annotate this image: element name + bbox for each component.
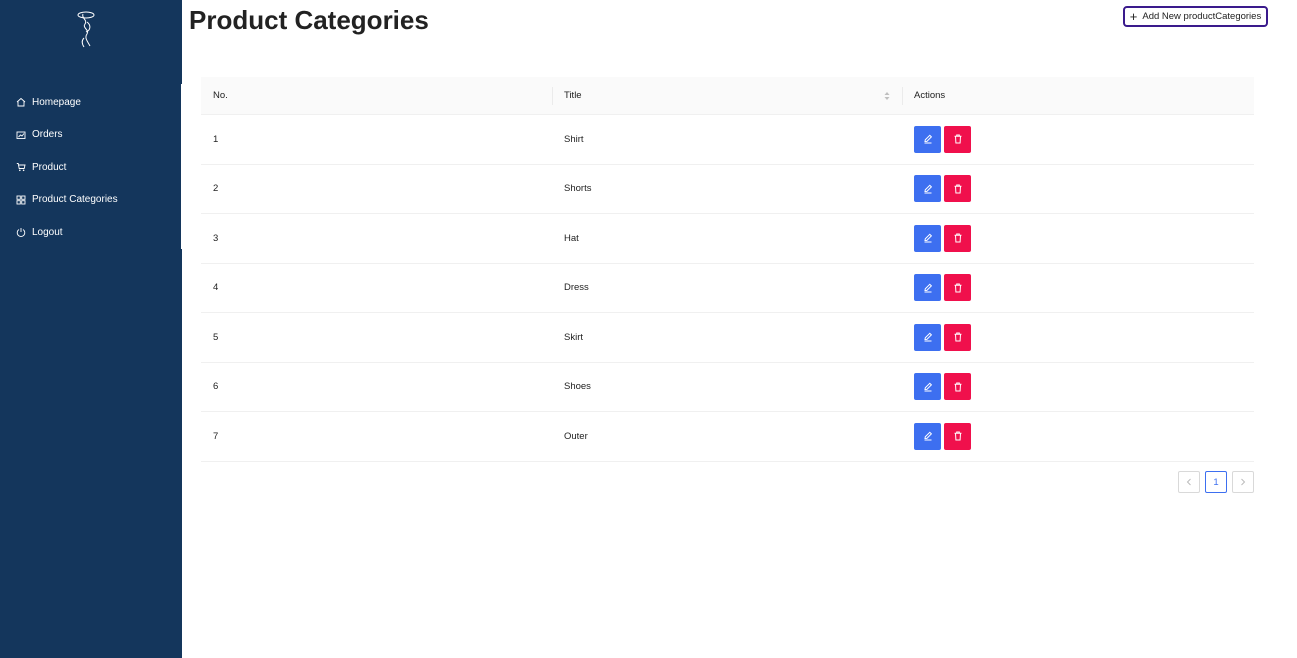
sidebar: Homepage Orders Product Product Categori… (0, 0, 182, 658)
table-row: 6 Shoes (201, 363, 1254, 412)
sidebar-item-product-categories[interactable]: Product Categories (0, 184, 182, 217)
trash-icon (954, 134, 961, 144)
delete-button[interactable] (944, 422, 971, 450)
trash-icon (954, 283, 961, 293)
table-row: 7 Outer (201, 412, 1254, 462)
table-body: 1 Shirt 2 Shorts 3 Hat 4 Dress 5 Skirt 6 Shoes 7 Oute… (201, 115, 1254, 462)
sidebar-item-label: Product (32, 161, 67, 173)
power-icon (16, 227, 26, 238)
delete-button[interactable] (944, 175, 971, 203)
delete-button[interactable] (944, 125, 971, 153)
sidebar-active-marker (181, 84, 183, 249)
table-row: 1 Shirt (201, 115, 1254, 165)
sidebar-item-label: Product Categories (32, 194, 118, 206)
cell-no: 7 (213, 430, 219, 442)
sidebar-item-homepage[interactable]: Homepage (0, 86, 182, 119)
sidebar-item-logout[interactable]: Logout (0, 216, 182, 249)
sidebar-item-product[interactable]: Product (0, 151, 182, 184)
cell-title: Skirt (564, 331, 583, 343)
edit-icon (923, 332, 932, 342)
cell-no: 2 (213, 183, 219, 195)
cell-actions (902, 224, 1254, 252)
add-category-button-label: Add New productCategories (1142, 11, 1262, 22)
pagination: 1 (1178, 471, 1259, 493)
column-header-actions: Actions (902, 77, 1254, 114)
table-row: 2 Shorts (201, 165, 1254, 214)
sort-icon[interactable] (884, 90, 890, 102)
edit-button[interactable] (914, 175, 941, 203)
edit-button[interactable] (914, 373, 941, 401)
edit-button[interactable] (914, 224, 941, 252)
cell-title: Shoes (564, 381, 591, 393)
trash-icon (954, 233, 961, 243)
trash-icon (954, 382, 961, 392)
edit-button[interactable] (914, 274, 941, 302)
plus-icon: + (1129, 9, 1138, 24)
cell-title: Shorts (564, 183, 592, 195)
pagination-prev[interactable] (1178, 471, 1200, 493)
delete-button[interactable] (944, 323, 971, 351)
table-row: 5 Skirt (201, 313, 1254, 363)
sidebar-item-label: Logout (32, 226, 63, 238)
grid-icon (16, 195, 26, 205)
cell-no: 5 (213, 331, 219, 343)
sidebar-item-label: Orders (32, 129, 63, 141)
column-header-no: No. (213, 90, 228, 101)
page-title: Product Categories (189, 5, 429, 35)
pagination-page[interactable]: 1 (1205, 471, 1227, 493)
cell-no: 4 (213, 282, 219, 294)
edit-button[interactable] (914, 323, 941, 351)
cell-title: Dress (564, 282, 589, 294)
trash-icon (954, 184, 961, 194)
cell-title: Hat (564, 232, 579, 244)
column-header-title-label: Title (564, 90, 582, 101)
edit-icon (923, 382, 932, 392)
cell-no: 3 (213, 232, 219, 244)
column-header-title[interactable]: Title (552, 77, 902, 114)
cart-icon (16, 162, 26, 172)
chevron-left-icon (1186, 478, 1191, 486)
cell-title: Outer (564, 430, 588, 442)
edit-icon (923, 431, 932, 441)
chart-icon (16, 130, 26, 140)
cell-actions (902, 373, 1254, 401)
cell-no: 1 (213, 133, 219, 145)
sidebar-nav: Homepage Orders Product Product Categori… (0, 86, 182, 249)
cell-actions (902, 175, 1254, 203)
trash-icon (954, 332, 961, 342)
cell-title: Shirt (564, 133, 584, 145)
table-row: 4 Dress (201, 264, 1254, 313)
cell-actions (902, 422, 1254, 450)
home-icon (16, 97, 26, 107)
sidebar-item-label: Homepage (32, 96, 81, 108)
edit-icon (923, 233, 932, 243)
cell-actions (902, 323, 1254, 351)
table-row: 3 Hat (201, 214, 1254, 264)
cell-actions (902, 274, 1254, 302)
edit-icon (923, 134, 932, 144)
cell-actions (902, 125, 1254, 153)
logo-icon (77, 11, 95, 48)
table-header: No. Title Actions (201, 77, 1254, 115)
edit-button[interactable] (914, 125, 941, 153)
sidebar-item-orders[interactable]: Orders (0, 119, 182, 152)
add-category-button[interactable]: + Add New productCategories (1123, 6, 1268, 27)
cell-no: 6 (213, 381, 219, 393)
delete-button[interactable] (944, 373, 971, 401)
edit-icon (923, 184, 932, 194)
delete-button[interactable] (944, 224, 971, 252)
delete-button[interactable] (944, 274, 971, 302)
categories-table: No. Title Actions 1 Shirt 2 Shorts 3 Hat 4 Dres… (201, 77, 1254, 462)
edit-button[interactable] (914, 422, 941, 450)
trash-icon (954, 431, 961, 441)
chevron-right-icon (1241, 478, 1246, 486)
edit-icon (923, 283, 932, 293)
pagination-next[interactable] (1232, 471, 1254, 493)
